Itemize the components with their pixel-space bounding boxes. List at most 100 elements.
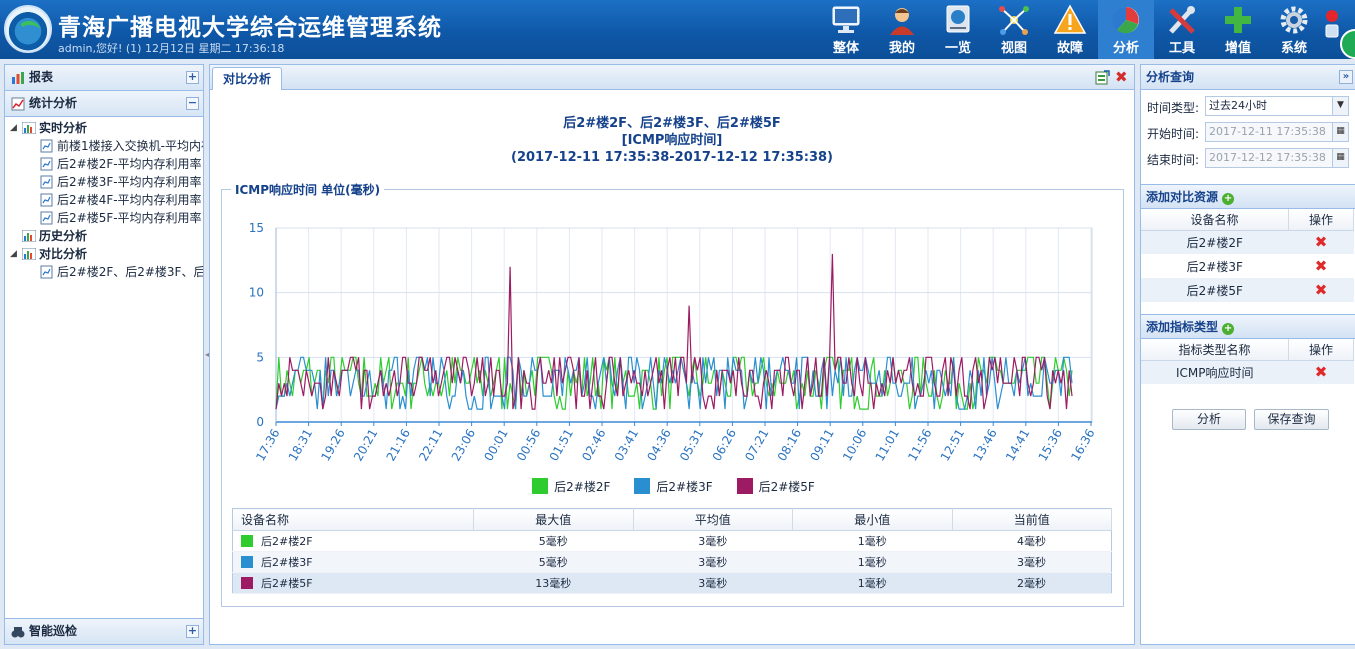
stats-icon <box>11 97 25 111</box>
x-tick-label: 10:06 <box>840 427 869 464</box>
report-section-header[interactable]: 报表 + <box>5 65 203 91</box>
smart-inspection-label: 智能巡检 <box>29 624 78 638</box>
tree-item[interactable]: 后2#楼3F-平均内存利用率 <box>5 173 203 191</box>
stats-col-header[interactable]: 最小值 <box>792 508 953 531</box>
avg-cell: 3毫秒 <box>633 551 793 573</box>
delete-icon[interactable]: ✖ <box>1315 363 1328 381</box>
expand-smart-button[interactable]: + <box>186 625 199 638</box>
legend-item[interactable]: 后2#楼3F <box>634 476 713 496</box>
overview-icon <box>946 5 970 33</box>
tab-compare-analysis[interactable]: 对比分析 <box>212 67 283 90</box>
header-right-icons <box>1322 8 1355 59</box>
stats-col-header[interactable]: 最大值 <box>473 508 634 531</box>
start-time-field[interactable]: 2017-12-11 17:35:38 ▦ <box>1205 122 1349 142</box>
nav-overview[interactable]: 一览 <box>930 0 986 59</box>
add-metric-icon[interactable]: + <box>1222 323 1235 335</box>
calendar-icon[interactable]: ▦ <box>1332 149 1348 167</box>
tree-label: 后2#楼2F-平均内存利用率 <box>57 157 202 171</box>
collapse-panel-button[interactable]: » <box>1339 70 1353 84</box>
end-time-field[interactable]: 2017-12-12 17:35:38 ▦ <box>1205 148 1349 168</box>
metric-name: ICMP响应时间 <box>1141 360 1289 384</box>
device-cell: 后2#楼5F <box>232 572 474 594</box>
resource-row: 后2#楼3F ✖ <box>1141 254 1354 278</box>
save-query-button[interactable]: 保存查询 <box>1254 409 1329 430</box>
max-cell: 5毫秒 <box>473 551 633 573</box>
start-time-value: 2017-12-11 17:35:38 <box>1209 125 1326 138</box>
x-tick-label: 13:46 <box>970 427 999 464</box>
metric-table: 指标类型名称 操作 ICMP响应时间 ✖ <box>1141 339 1354 384</box>
min-cell: 1毫秒 <box>792 572 952 594</box>
document-chart-icon <box>40 139 53 153</box>
topology-icon <box>999 6 1029 35</box>
x-tick-label: 16:36 <box>1068 427 1097 464</box>
device-cell: 后2#楼3F <box>232 551 474 573</box>
tree-item[interactable]: 后2#楼5F-平均内存利用率 <box>5 209 203 227</box>
splitter-handle[interactable]: ◂ <box>205 350 209 360</box>
nav-user[interactable]: 我的 <box>874 0 930 59</box>
legend-item[interactable]: 后2#楼5F <box>736 476 815 496</box>
tree-expander-icon[interactable]: ◢ <box>10 245 17 263</box>
collapse-stats-button[interactable]: − <box>186 97 199 110</box>
nav-tools[interactable]: 工具 <box>1154 0 1210 59</box>
expand-report-button[interactable]: + <box>186 71 199 84</box>
delete-icon[interactable]: ✖ <box>1315 233 1328 251</box>
nav-monitor[interactable]: 整体 <box>818 0 874 59</box>
time-type-select[interactable]: 过去24小时 ▼ <box>1205 96 1349 116</box>
y-tick-label: 15 <box>249 221 264 235</box>
series-color-swatch <box>241 535 253 547</box>
tree-item[interactable]: 后2#楼2F-平均内存利用率 <box>5 155 203 173</box>
chevron-down-icon[interactable]: ▼ <box>1332 97 1348 115</box>
stats-col-header[interactable]: 当前值 <box>952 508 1112 531</box>
add-resource-icon[interactable]: + <box>1222 193 1235 205</box>
right-panel: 分析查询 » 时间类型: 过去24小时 ▼ 开始时间: 2017-12-11 1… <box>1140 64 1355 645</box>
nav-warning[interactable]: 故障 <box>1042 0 1098 59</box>
current-cell: 4毫秒 <box>952 530 1112 552</box>
metric-row: ICMP响应时间 ✖ <box>1141 360 1354 384</box>
report-section-label: 报表 <box>29 70 54 84</box>
x-tick-label: 04:36 <box>644 427 673 464</box>
table-row[interactable]: 后2#楼5F 13毫秒 3毫秒 1毫秒 2毫秒 <box>232 572 1112 594</box>
nav-label: 分析 <box>1112 41 1139 56</box>
nav-pie-chart[interactable]: 分析 <box>1098 0 1154 59</box>
nav-plus[interactable]: 增值 <box>1210 0 1266 59</box>
stats-col-header[interactable]: 设备名称 <box>232 508 474 531</box>
smart-inspection-header[interactable]: 智能巡检 + <box>5 618 203 644</box>
alarm-icon[interactable] <box>1322 8 1355 59</box>
x-tick-label: 17:36 <box>253 427 282 464</box>
table-row[interactable]: 后2#楼2F 5毫秒 3毫秒 1毫秒 4毫秒 <box>232 530 1112 552</box>
delete-icon[interactable]: ✖ <box>1315 281 1328 299</box>
table-row[interactable]: 后2#楼3F 5毫秒 3毫秒 1毫秒 3毫秒 <box>232 551 1112 573</box>
chart-box: ICMP响应时间 单位(毫秒) 0 5 10 15 17:36 18:31 19:26 20:… <box>221 181 1124 607</box>
legend-item[interactable]: 后2#楼2F <box>532 476 610 496</box>
add-metric-header: 添加指标类型 + <box>1141 314 1355 339</box>
binoculars-icon <box>11 627 25 638</box>
tree-label: 后2#楼3F-平均内存利用率 <box>57 175 202 189</box>
tree-item[interactable]: 前楼1楼接入交换机-平均内存利用率 <box>5 137 203 155</box>
add-resource-header: 添加对比资源 + <box>1141 184 1355 209</box>
legend-swatch <box>532 478 549 494</box>
nav-topology[interactable]: 视图 <box>986 0 1042 59</box>
user-icon <box>890 8 914 35</box>
nav-label: 一览 <box>944 41 971 56</box>
tree-folder[interactable]: ◢ 实时分析 <box>5 119 203 137</box>
tree-item[interactable]: 后2#楼4F-平均内存利用率 <box>5 191 203 209</box>
calendar-icon[interactable]: ▦ <box>1332 123 1348 141</box>
resource-row: 后2#楼5F ✖ <box>1141 278 1354 302</box>
nav-label: 我的 <box>888 41 915 56</box>
tree-folder[interactable]: 历史分析 <box>5 227 203 245</box>
close-icon[interactable]: ✖ <box>1115 69 1131 85</box>
nav-label: 工具 <box>1168 41 1195 56</box>
delete-icon[interactable]: ✖ <box>1315 257 1328 275</box>
nav-gear[interactable]: 系统 <box>1266 0 1322 59</box>
y-tick-label: 10 <box>249 286 264 300</box>
tree-expander-icon[interactable]: ◢ <box>10 119 17 137</box>
export-icon[interactable] <box>1094 70 1110 86</box>
tree-label: 后2#楼5F-平均内存利用率 <box>57 211 202 225</box>
x-tick-label: 11:01 <box>873 427 902 464</box>
stats-col-header[interactable]: 平均值 <box>633 508 793 531</box>
stats-section-header[interactable]: 统计分析 − <box>5 91 203 117</box>
tree-folder[interactable]: ◢ 对比分析 <box>5 245 203 263</box>
x-tick-label: 01:51 <box>547 427 576 464</box>
tree-item[interactable]: 后2#楼2F、后2#楼3F、后2#楼5F <box>5 263 203 281</box>
analyze-button[interactable]: 分析 <box>1172 409 1246 430</box>
